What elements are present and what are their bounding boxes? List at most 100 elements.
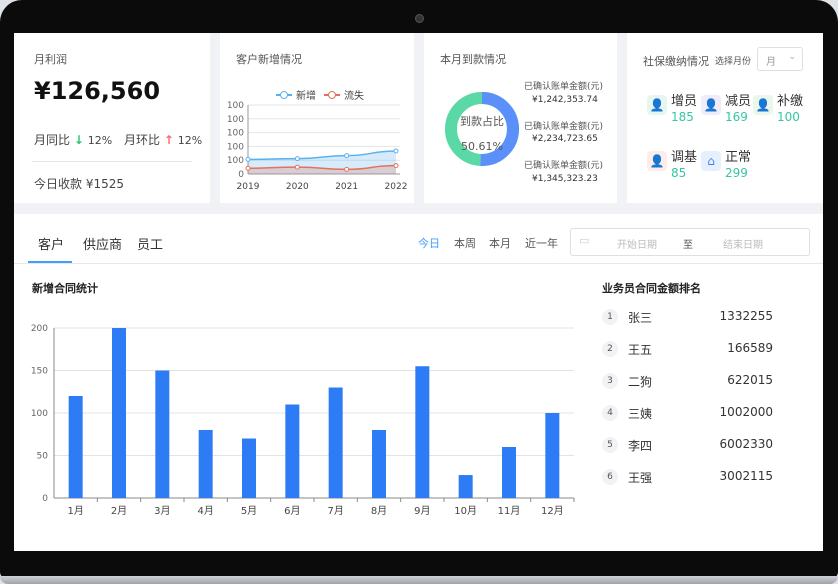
stat-remove[interactable]: 👤 减员 169 bbox=[701, 95, 751, 125]
month-select-label: 选择月份 bbox=[715, 57, 752, 67]
x-tick-label: 6月 bbox=[284, 505, 300, 517]
person-add-icon: 👤 bbox=[647, 95, 667, 115]
arrow-up-icon: ↑ bbox=[163, 133, 174, 147]
stat-add-value: 185 bbox=[671, 110, 694, 124]
rank-name: 三姨 bbox=[628, 407, 653, 421]
range-month[interactable]: 本月 bbox=[489, 235, 511, 251]
y-tick-label: 100 bbox=[227, 115, 244, 125]
social-security-card: 社保缴纳情况 选择月份 月 ⌄ 👤 增员 185 👤 减员 169 👤 补缴 1… bbox=[627, 33, 823, 203]
month-select-value: 月 bbox=[766, 57, 776, 68]
series-point bbox=[294, 164, 300, 170]
x-tick-label: 7月 bbox=[327, 505, 343, 517]
bar bbox=[155, 370, 170, 498]
range-week[interactable]: 本周 bbox=[454, 235, 476, 251]
rank-number: 6 bbox=[602, 469, 618, 485]
rank-amount: 1332255 bbox=[719, 309, 773, 323]
stat-supplement-label: 补缴 bbox=[777, 94, 804, 109]
rank-name: 二狗 bbox=[628, 375, 653, 389]
ranking-row[interactable]: 2 王五 166589 bbox=[602, 340, 782, 360]
profit-card-title: 月利润 bbox=[34, 53, 67, 66]
person-adjust-icon: 👤 bbox=[647, 151, 667, 171]
payment-card-title: 本月到款情况 bbox=[440, 53, 506, 66]
x-tick-label: 12月 bbox=[541, 505, 564, 517]
home-icon: ⌂ bbox=[701, 151, 721, 171]
rank-amount: 6002330 bbox=[719, 437, 773, 451]
bar bbox=[502, 447, 516, 498]
series-point bbox=[393, 163, 399, 169]
stat-supplement-value: 100 bbox=[777, 110, 800, 124]
payment-ring-chart bbox=[445, 92, 519, 166]
payment-amount-1: ¥1,242,353.74 bbox=[532, 95, 598, 105]
series-point bbox=[344, 166, 350, 172]
tab-bar-divider bbox=[14, 263, 823, 264]
tab-customer[interactable]: 客户 bbox=[38, 234, 64, 253]
stat-supplement[interactable]: 👤 补缴 100 bbox=[753, 95, 803, 125]
x-tick-label: 10月 bbox=[454, 505, 477, 517]
ranking-row[interactable]: 5 李四 6002330 bbox=[602, 436, 782, 456]
yoy-label: 月同比 bbox=[34, 133, 71, 147]
y-tick-label: 100 bbox=[227, 156, 244, 166]
rank-name: 王强 bbox=[628, 471, 653, 485]
camera-icon bbox=[415, 14, 424, 23]
ranking-row[interactable]: 6 王强 3002115 bbox=[602, 468, 782, 488]
series-point bbox=[294, 156, 300, 162]
y-tick-label: 50 bbox=[37, 452, 49, 462]
x-tick-label: 4月 bbox=[197, 505, 213, 517]
y-tick-label: 200 bbox=[31, 324, 48, 334]
payment-amount-3: ¥1,345,323.23 bbox=[532, 174, 598, 184]
bar bbox=[112, 328, 126, 498]
arrow-down-icon: ↓ bbox=[73, 133, 84, 147]
range-today[interactable]: 今日 bbox=[418, 235, 440, 251]
stat-normal[interactable]: ⌂ 正常 299 bbox=[701, 151, 751, 181]
tab-supplier[interactable]: 供应商 bbox=[83, 234, 122, 253]
stat-normal-value: 299 bbox=[725, 166, 748, 180]
laptop-base bbox=[0, 576, 838, 584]
payment-amount-2: ¥2,234,723.65 bbox=[532, 134, 598, 144]
x-tick-label: 2020 bbox=[286, 182, 309, 192]
x-tick-label: 2021 bbox=[335, 182, 358, 192]
y-tick-label: 100 bbox=[227, 101, 244, 111]
ranking-row[interactable]: 4 三姨 1002000 bbox=[602, 404, 782, 424]
rank-number: 1 bbox=[602, 309, 618, 325]
date-range-separator: 至 bbox=[683, 240, 693, 251]
ranking-row[interactable]: 3 二狗 622015 bbox=[602, 372, 782, 392]
rank-number: 5 bbox=[602, 437, 618, 453]
x-tick-label: 2022 bbox=[385, 182, 408, 192]
series-point bbox=[245, 156, 251, 162]
series-point bbox=[393, 148, 399, 154]
bar bbox=[545, 413, 560, 498]
rank-amount: 622015 bbox=[727, 373, 773, 387]
yoy-comparison: 月同比 ↓ 12% bbox=[34, 131, 112, 148]
date-end-input[interactable]: 结束日期 bbox=[723, 236, 763, 251]
tab-active-indicator bbox=[28, 261, 72, 263]
stat-add-label: 增员 bbox=[671, 94, 698, 109]
month-select[interactable]: 月 ⌄ bbox=[757, 47, 803, 71]
rank-number: 3 bbox=[602, 373, 618, 389]
today-receipt: 今日收款 ¥1525 bbox=[34, 175, 124, 192]
stat-normal-label: 正常 bbox=[725, 150, 752, 165]
tab-employee[interactable]: 员工 bbox=[137, 234, 163, 253]
date-range-picker[interactable]: ▭ 开始日期 至 结束日期 bbox=[570, 228, 810, 256]
x-tick-label: 2月 bbox=[111, 505, 127, 517]
y-tick-label: 0 bbox=[42, 494, 48, 504]
stat-remove-label: 减员 bbox=[725, 94, 752, 109]
rank-name: 王五 bbox=[628, 343, 653, 357]
rank-name: 李四 bbox=[628, 439, 653, 453]
range-year[interactable]: 近一年 bbox=[525, 235, 558, 251]
stat-remove-value: 169 bbox=[725, 110, 748, 124]
profit-value: ¥126,560 bbox=[34, 77, 161, 105]
stat-adjust-label: 调基 bbox=[671, 150, 698, 165]
stat-add[interactable]: 👤 增员 185 bbox=[647, 95, 697, 125]
payment-label-1: 已确认账单金额(元) bbox=[524, 82, 604, 92]
date-start-input[interactable]: 开始日期 bbox=[617, 236, 657, 251]
person-supplement-icon: 👤 bbox=[753, 95, 773, 115]
series-point bbox=[344, 153, 350, 159]
bar bbox=[198, 430, 213, 498]
y-tick-label: 0 bbox=[238, 170, 244, 180]
payment-card: 本月到款情况 到款占比 50.61% 已确认账单金额(元) ¥1,242,353… bbox=[424, 33, 617, 203]
rank-name: 张三 bbox=[628, 311, 653, 325]
payment-label-3: 已确认账单金额(元) bbox=[524, 161, 604, 171]
ranking-row[interactable]: 1 张三 1332255 bbox=[602, 308, 782, 328]
profit-card: 月利润 ¥126,560 月同比 ↓ 12% 月环比 ↑ 12% 今日收款 ¥1… bbox=[14, 33, 210, 203]
stat-adjust[interactable]: 👤 调基 85 bbox=[647, 151, 697, 181]
